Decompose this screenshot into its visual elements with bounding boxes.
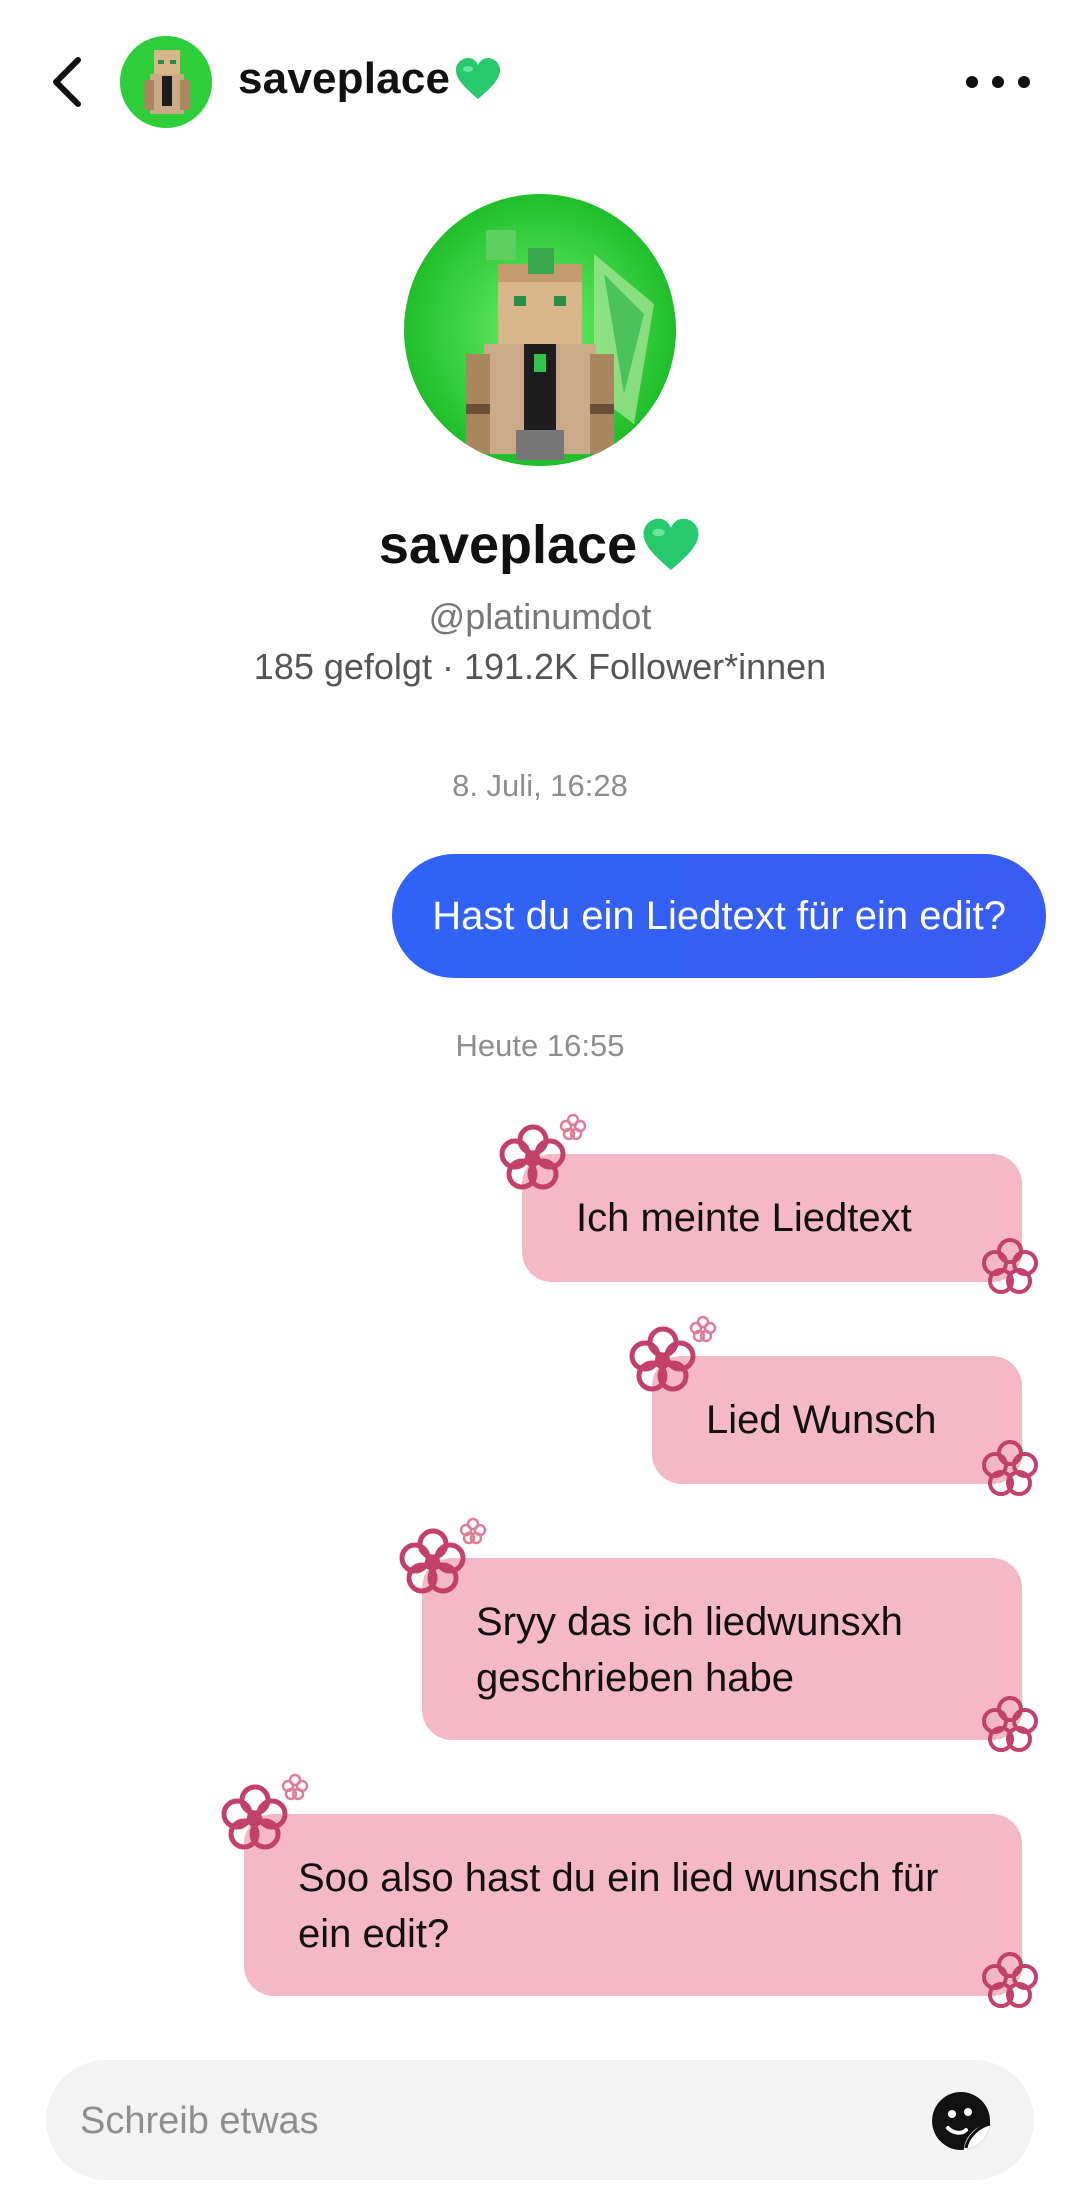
- profile-name-text: saveplace: [378, 515, 638, 575]
- flower-icon: [982, 1440, 1038, 1496]
- message-timestamp: Heute 16:55: [455, 1028, 625, 1063]
- avatar[interactable]: [120, 36, 212, 128]
- incoming-message[interactable]: Lied Wunsch: [652, 1356, 1022, 1484]
- incoming-message-text: Lied Wunsch: [706, 1398, 937, 1442]
- dot-icon: [1018, 76, 1030, 88]
- dot-icon: [992, 76, 1004, 88]
- top-bar: saveplace: [0, 0, 1080, 170]
- flower-icon: [281, 1773, 309, 1801]
- profile-avatar[interactable]: [404, 194, 676, 466]
- header-username[interactable]: saveplace: [238, 54, 502, 104]
- back-button[interactable]: [36, 50, 96, 114]
- outgoing-message[interactable]: Hast du ein Liedtext für ein edit?: [392, 854, 1046, 978]
- profile-handle: @platinumdot: [428, 596, 652, 637]
- green-heart-icon: [643, 518, 699, 570]
- flower-icon: [459, 1517, 487, 1545]
- sticker-icon: [932, 2092, 991, 2150]
- flower-icon: [689, 1315, 717, 1343]
- chevron-left-icon: [53, 57, 81, 107]
- flower-icon: [559, 1113, 587, 1141]
- incoming-message-text: Ich meinte Liedtext: [576, 1196, 912, 1240]
- outgoing-message-text: Hast du ein Liedtext für ein edit?: [432, 893, 1006, 938]
- incoming-message[interactable]: Ich meinte Liedtext: [522, 1154, 1022, 1282]
- message-timestamp: 8. Juli, 16:28: [452, 768, 628, 803]
- flower-icon: [982, 1238, 1038, 1294]
- flower-icon: [982, 1952, 1038, 2008]
- sticker-button[interactable]: [930, 2090, 992, 2152]
- header-username-text: saveplace: [238, 54, 451, 103]
- incoming-message-text: Soo also hast du ein lied wunsch für ein…: [298, 1856, 939, 1956]
- flower-icon: [982, 1696, 1038, 1752]
- incoming-message[interactable]: Soo also hast du ein lied wunsch für ein…: [244, 1814, 1022, 1996]
- more-options-button[interactable]: [966, 62, 1030, 102]
- incoming-message-text: Sryy das ich liedwunsxh geschrieben habe: [476, 1600, 903, 1700]
- message-input[interactable]: [78, 2060, 902, 2182]
- profile-stats: 185 gefolgt · 191.2K Follower*innen: [253, 646, 827, 687]
- green-heart-icon: [456, 58, 501, 99]
- incoming-message[interactable]: Sryy das ich liedwunsxh geschrieben habe: [422, 1558, 1022, 1740]
- profile-name: saveplace: [0, 514, 1080, 576]
- message-composer: [46, 2060, 1034, 2182]
- dot-icon: [966, 76, 978, 88]
